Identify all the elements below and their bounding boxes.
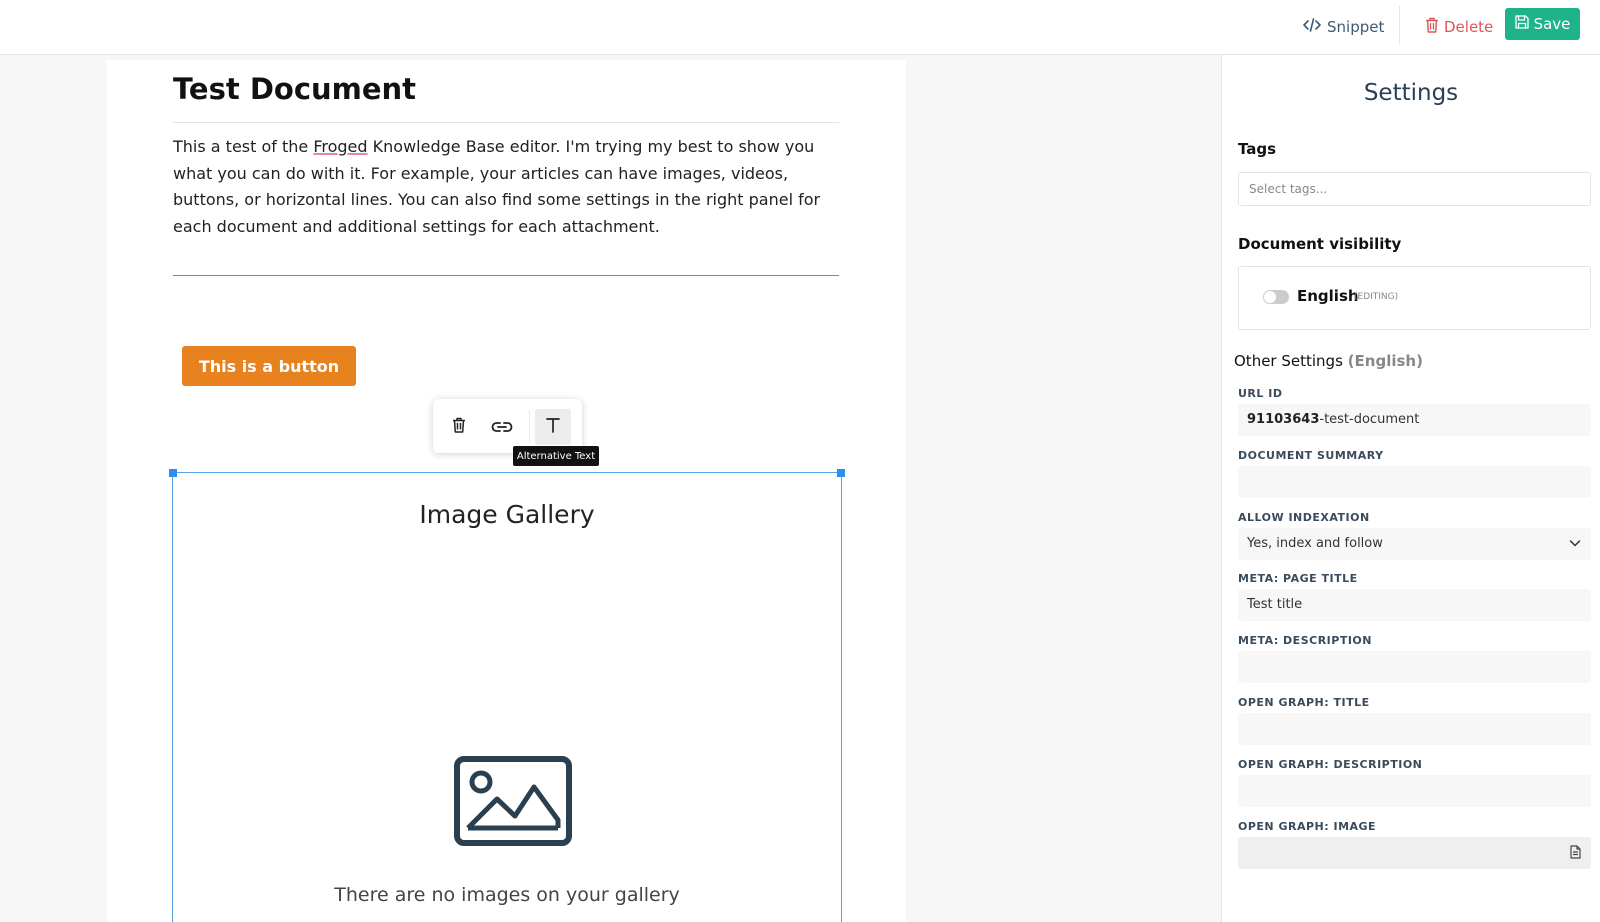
other-settings-language: (English) [1347,352,1423,370]
document-body[interactable]: This a test of the Froged Knowledge Base… [173,134,839,240]
content-button[interactable]: This is a button [182,346,356,386]
resize-handle-top-left[interactable] [169,469,177,477]
og-image-input[interactable] [1238,837,1591,869]
toggle-knob [1264,291,1276,303]
body-text-start: This a test of the [173,137,314,156]
tags-label: Tags [1238,140,1277,158]
meta-description-label: META: DESCRIPTION [1238,634,1372,647]
meta-title-label: META: PAGE TITLE [1238,572,1358,585]
visibility-box: English (EDITING) [1238,266,1591,330]
og-title-input[interactable] [1238,713,1591,745]
delete-block-button[interactable] [441,409,477,445]
summary-label: DOCUMENT SUMMARY [1238,449,1384,462]
document-title[interactable]: Test Document [173,72,416,106]
save-button[interactable]: Save [1505,8,1580,40]
chevron-down-icon [1569,537,1581,553]
horizontal-line[interactable] [173,275,839,276]
other-settings-heading: Other Settings (English) [1234,352,1423,370]
indexation-select[interactable]: Yes, index and follow [1238,528,1591,560]
language-status: (EDITING) [1354,292,1399,302]
alt-text-button[interactable] [535,409,571,445]
trash-icon [1425,17,1439,37]
link-button[interactable] [484,409,520,445]
meta-description-input[interactable] [1238,651,1591,683]
gallery-empty-message: There are no images on your gallery [334,884,680,906]
save-icon [1514,15,1529,33]
og-title-label: OPEN GRAPH: TITLE [1238,696,1370,709]
indexation-label: ALLOW INDEXATION [1238,511,1370,524]
snippet-button[interactable]: Snippet [1303,13,1384,41]
image-icon [454,756,572,850]
image-gallery-block[interactable]: Image Gallery There are no images on you… [169,469,845,922]
url-id-slug: -test-document [1319,412,1420,427]
delete-button[interactable]: Delete [1425,13,1493,41]
og-description-label: OPEN GRAPH: DESCRIPTION [1238,758,1423,771]
language-name: English [1297,287,1359,305]
snippet-label: Snippet [1327,18,1385,36]
gallery-title: Image Gallery [419,500,595,529]
indexation-value: Yes, index and follow [1247,536,1383,551]
visibility-label: Document visibility [1238,235,1402,253]
file-icon[interactable] [1570,845,1581,863]
url-id-label: URL ID [1238,387,1283,400]
language-visibility-toggle[interactable] [1263,290,1289,304]
og-image-label: OPEN GRAPH: IMAGE [1238,820,1377,833]
trash-icon [452,417,466,437]
other-settings-label: Other Settings [1234,352,1343,370]
text-icon [545,417,561,437]
image-toolbar [433,399,582,453]
editor-canvas[interactable]: Test Document This a test of the Froged … [107,60,906,922]
save-label: Save [1533,15,1571,33]
url-id-number: 91103643 [1247,412,1320,427]
og-description-input[interactable] [1238,775,1591,807]
tags-select[interactable]: Select tags... [1238,172,1591,206]
toolbar-divider [1399,6,1400,44]
toolbar-separator [529,410,530,442]
spellcheck-word: Froged [313,137,368,156]
title-divider [173,122,839,123]
summary-input[interactable] [1238,466,1591,498]
settings-panel: Settings Tags Select tags... Document vi… [1221,55,1600,922]
link-icon [491,418,513,437]
delete-label: Delete [1444,18,1494,36]
resize-handle-top-right[interactable] [837,469,845,477]
code-icon [1303,17,1321,37]
url-id-input[interactable]: 91103643-test-document [1238,404,1591,436]
top-bar: Snippet Delete Save [0,0,1600,55]
settings-title: Settings [1363,80,1459,106]
meta-title-input[interactable]: Test title [1238,589,1591,621]
tooltip: Alternative Text [513,446,599,466]
